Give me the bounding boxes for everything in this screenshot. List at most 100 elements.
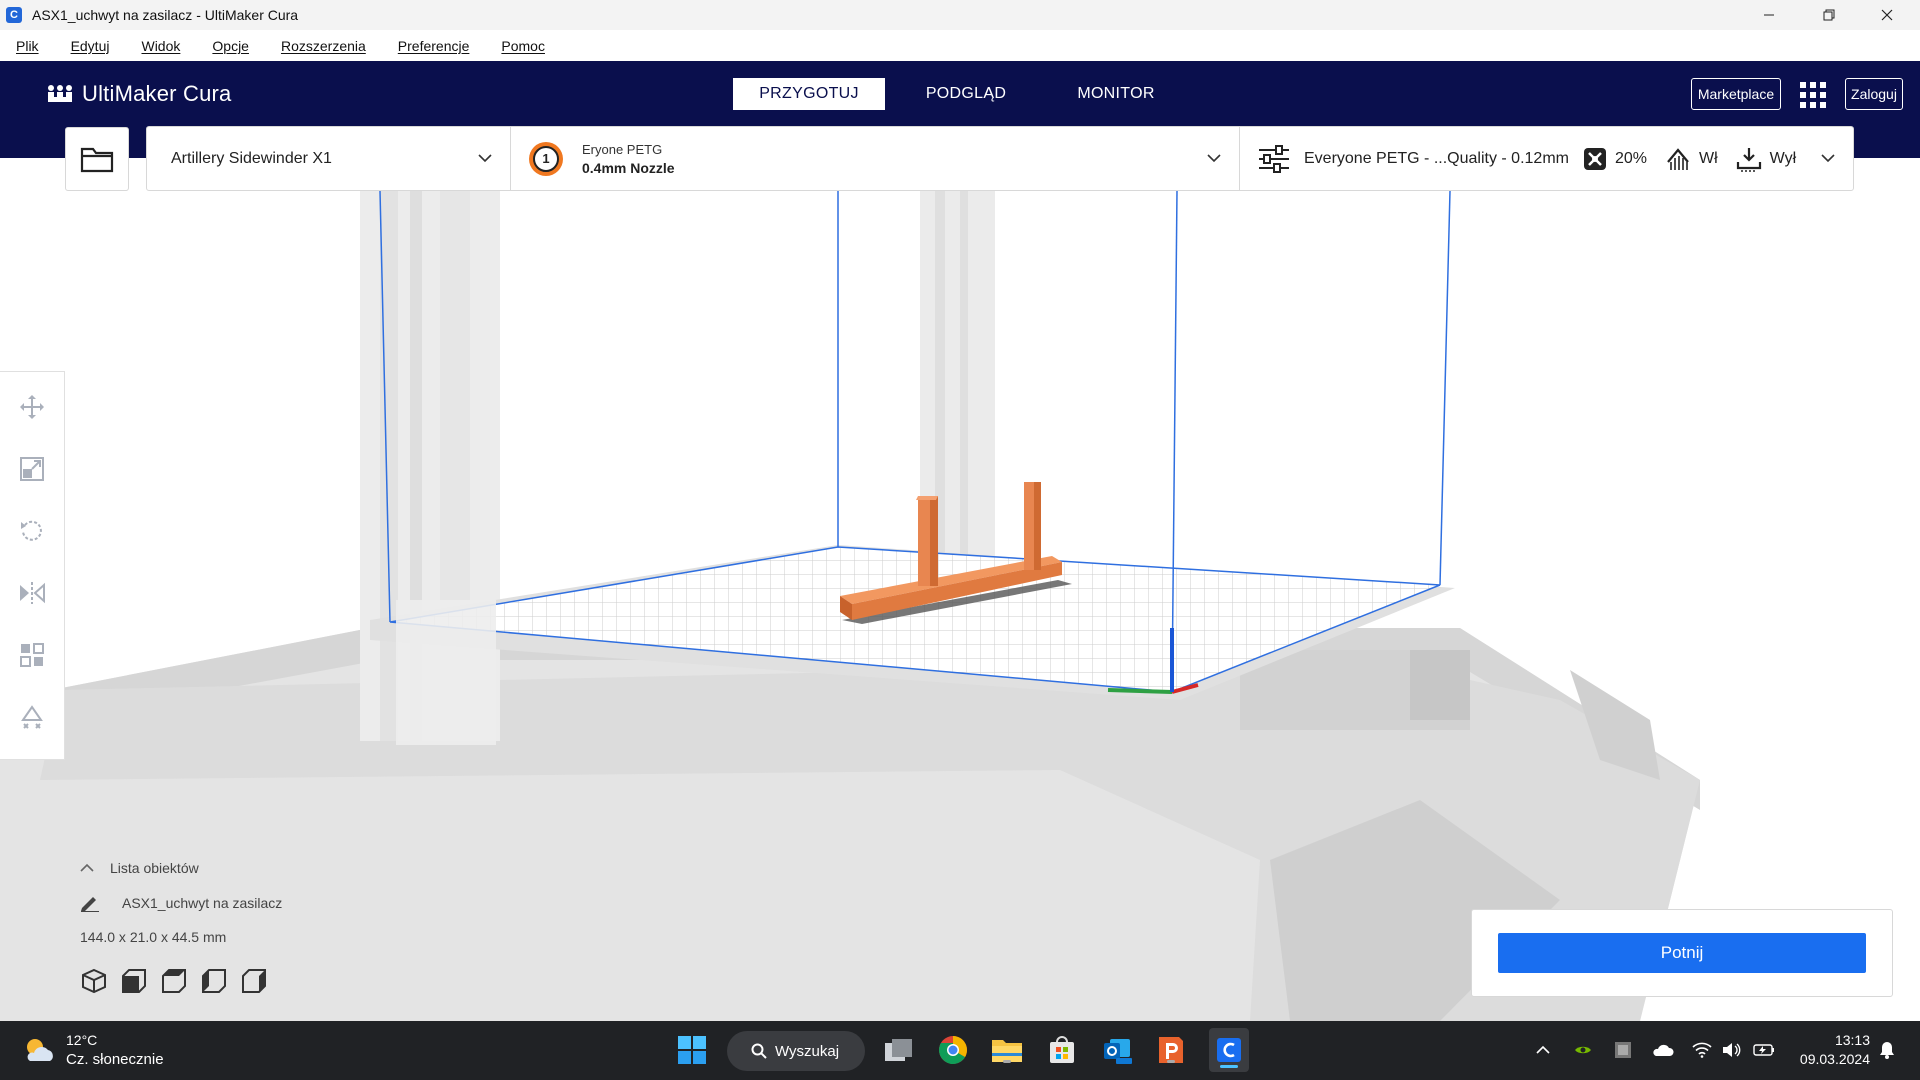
tab-monitor[interactable]: MONITOR [1040, 78, 1192, 110]
object-list-title: Lista obiektów [110, 860, 199, 876]
extruder-icon: 1 [529, 141, 563, 176]
chrome-icon [939, 1036, 967, 1064]
taskbar-clock[interactable]: 13:13 09.03.2024 [1790, 1031, 1870, 1069]
cura-icon [1217, 1038, 1241, 1062]
running-indicator [1220, 1065, 1238, 1068]
scale-icon [20, 456, 44, 481]
view-3d-button[interactable] [80, 967, 108, 995]
adhesion-icon [1736, 147, 1761, 172]
weather-condition: Cz. słonecznie [66, 1051, 164, 1068]
menu-edit[interactable]: Edytuj [71, 38, 110, 54]
clock-date: 09.03.2024 [1799, 1051, 1870, 1067]
open-file-button[interactable] [65, 127, 129, 191]
adhesion-value: Wył [1769, 149, 1797, 167]
mirror-tool-button[interactable] [10, 573, 54, 614]
volume-icon [1723, 1043, 1741, 1057]
cloud-icon [1653, 1044, 1674, 1056]
rotate-tool-button[interactable] [10, 510, 54, 551]
running-indicator [1003, 1060, 1011, 1063]
object-list-item[interactable]: ASX1_uchwyt na zasilacz [80, 894, 380, 912]
brand-name: UltiMaker Cura [82, 81, 232, 106]
chrome-taskbar-button[interactable] [936, 1033, 970, 1067]
view-left-button[interactable] [200, 967, 228, 995]
print-settings-selector[interactable]: Everyone PETG - ...Quality - 0.12mm 20% … [1240, 127, 1853, 190]
task-view-button[interactable] [882, 1033, 916, 1067]
restore-icon [1823, 9, 1835, 21]
menu-file[interactable]: Plik [16, 38, 39, 54]
view-right-button[interactable] [240, 967, 268, 995]
move-tool-button[interactable] [10, 386, 54, 427]
view-top-button[interactable] [160, 967, 188, 995]
extruder-number: 1 [533, 145, 559, 172]
bell-icon [1880, 1042, 1894, 1059]
cube-top-icon [162, 969, 186, 993]
clock-time: 13:13 [1834, 1032, 1870, 1048]
mirror-icon [20, 582, 45, 605]
brand-logo: UltiMaker Cura [46, 81, 232, 107]
minimize-icon [1764, 14, 1774, 16]
object-list-toggle[interactable]: Lista obiektów [80, 860, 380, 876]
material-selector[interactable]: 1 Eryone PETG 0.4mm Nozzle [511, 127, 1240, 190]
cube-right-icon [242, 969, 266, 993]
move-icon [20, 394, 44, 419]
per-model-settings-icon [20, 643, 44, 668]
printer-name: Artillery Sidewinder X1 [171, 149, 332, 167]
show-hidden-icons-button[interactable] [1535, 1039, 1551, 1061]
login-button[interactable]: Zaloguj [1845, 78, 1903, 110]
restore-button[interactable] [1800, 0, 1858, 30]
per-model-settings-button[interactable] [10, 635, 54, 676]
object-name: ASX1_uchwyt na zasilacz [122, 895, 283, 911]
apps-grid-icon [1800, 82, 1826, 108]
printer-selector[interactable]: Artillery Sidewinder X1 [147, 127, 511, 190]
store-taskbar-button[interactable] [1045, 1033, 1079, 1067]
support-blocker-button[interactable] [10, 697, 54, 738]
chevron-down-icon [1821, 154, 1835, 163]
nvidia-tray-icon[interactable] [1572, 1039, 1594, 1061]
file-explorer-taskbar-button[interactable] [990, 1033, 1024, 1067]
chevron-down-icon [1207, 154, 1221, 163]
minimize-button[interactable] [1740, 0, 1798, 30]
menu-help[interactable]: Pomoc [501, 38, 545, 54]
marketplace-button[interactable]: Marketplace [1691, 78, 1781, 110]
outlook-taskbar-button[interactable] [1100, 1033, 1134, 1067]
scale-tool-button[interactable] [10, 448, 54, 489]
onedrive-tray-icon[interactable] [1651, 1039, 1675, 1061]
wifi-tray-icon[interactable] [1691, 1039, 1713, 1061]
tab-preview[interactable]: PODGLĄD [890, 78, 1042, 110]
taskbar-search[interactable]: Wyszukaj [727, 1031, 865, 1071]
cura-taskbar-button[interactable] [1209, 1028, 1249, 1072]
search-label: Wyszukaj [775, 1042, 840, 1060]
slice-panel: Potnij [1471, 909, 1893, 997]
menu-preferences[interactable]: Preferencje [398, 38, 470, 54]
menu-extensions[interactable]: Rozszerzenia [281, 38, 366, 54]
microsoft-store-icon [1050, 1036, 1074, 1063]
tool-panel [0, 371, 65, 760]
close-button[interactable] [1858, 0, 1916, 30]
weather-sun-cloud-icon [27, 1039, 53, 1061]
tab-prepare[interactable]: PRZYGOTUJ [733, 78, 885, 110]
menu-options[interactable]: Opcje [212, 38, 249, 54]
office-app-taskbar-button[interactable] [1154, 1033, 1188, 1067]
system-tray-app-icon[interactable] [1612, 1039, 1634, 1061]
object-list-panel: Lista obiektów ASX1_uchwyt na zasilacz 1… [80, 860, 380, 995]
notifications-button[interactable] [1876, 1039, 1898, 1061]
apps-grid-button[interactable] [1800, 82, 1826, 113]
weather-widget[interactable]: 12°C Cz. słonecznie [22, 1031, 164, 1069]
x-axis-shape [1107, 688, 1173, 694]
menu-view[interactable]: Widok [141, 38, 180, 54]
nozzle-size: 0.4mm Nozzle [582, 159, 675, 176]
wifi-icon [1692, 1042, 1712, 1058]
start-button[interactable] [675, 1033, 709, 1067]
support-icon [1667, 147, 1689, 170]
infill-value: 20% [1614, 149, 1647, 167]
nvidia-icon [1575, 1046, 1591, 1054]
volume-tray-icon[interactable] [1720, 1039, 1742, 1061]
folder-icon [80, 147, 114, 173]
task-view-icon [885, 1039, 912, 1061]
battery-tray-icon[interactable] [1752, 1039, 1776, 1061]
slice-button[interactable]: Potnij [1498, 933, 1866, 973]
cura-app-icon: C [6, 7, 22, 23]
print-setup-bar: Artillery Sidewinder X1 1 Eryone PETG 0.… [146, 126, 1854, 191]
view-front-button[interactable] [120, 967, 148, 995]
cube-left-icon [202, 969, 226, 993]
